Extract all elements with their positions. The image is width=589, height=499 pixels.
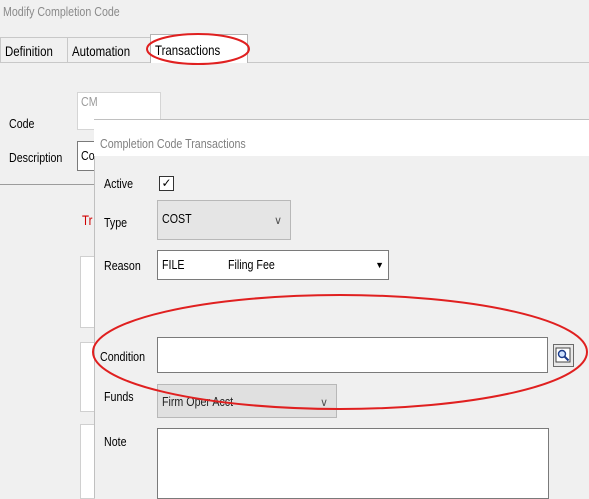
reason-label: Reason xyxy=(104,258,141,273)
funds-select[interactable]: Firm Oper Acct ∨ xyxy=(157,384,337,418)
window-title: Modify Completion Code xyxy=(3,4,120,19)
tab-transactions[interactable]: Transactions xyxy=(150,34,248,63)
chevron-down-icon: ∨ xyxy=(319,397,328,409)
funds-value: Firm Oper Acct xyxy=(162,394,234,409)
tab-strip-divider xyxy=(0,62,589,63)
transactions-section-heading: Tr xyxy=(82,212,93,228)
reason-code: FILE xyxy=(162,257,185,272)
dialog-title: Completion Code Transactions xyxy=(100,136,246,151)
section-divider xyxy=(0,184,95,185)
note-label: Note xyxy=(104,434,127,449)
transactions-list-panel xyxy=(80,424,95,499)
description-value: Co xyxy=(81,148,95,163)
code-value: CM xyxy=(81,94,98,109)
active-label: Active xyxy=(104,176,134,191)
active-checkbox[interactable]: ✓ xyxy=(159,176,174,191)
note-textarea[interactable] xyxy=(157,428,549,499)
condition-input[interactable] xyxy=(157,337,548,373)
description-label: Description xyxy=(9,150,63,165)
window-title-bar: Modify Completion Code xyxy=(0,0,589,22)
transactions-list-panel xyxy=(80,256,95,328)
tab-definition-label: Definition xyxy=(5,43,53,59)
tab-definition[interactable]: Definition xyxy=(0,37,68,62)
tab-automation-label: Automation xyxy=(72,43,131,59)
reason-description: Filing Fee xyxy=(228,257,275,272)
code-label: Code xyxy=(9,116,35,131)
dropdown-arrow-icon: ▼ xyxy=(375,260,384,270)
lookup-icon xyxy=(555,347,571,363)
funds-label: Funds xyxy=(104,389,134,404)
type-select[interactable]: COST ∨ xyxy=(157,200,291,240)
reason-select[interactable]: FILE Filing Fee ▼ xyxy=(157,250,389,280)
type-value: COST xyxy=(162,211,192,226)
chevron-down-icon: ∨ xyxy=(273,215,282,227)
condition-label: Condition xyxy=(100,349,146,364)
tab-automation[interactable]: Automation xyxy=(67,37,151,62)
type-label: Type xyxy=(104,215,128,230)
tab-transactions-label: Transactions xyxy=(155,42,221,58)
condition-lookup-button[interactable] xyxy=(553,344,574,367)
transactions-list-panel xyxy=(80,342,95,412)
